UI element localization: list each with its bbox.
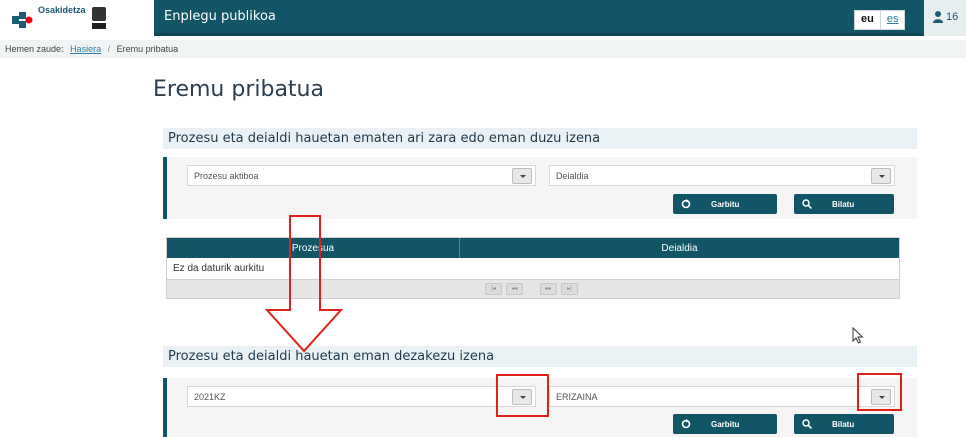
last-page-button[interactable]: ▸| [561,283,578,295]
government-logo-bar [92,23,106,29]
section2-search-panel: 2021KZ ERIZAINA Garbitu Bilatu [163,378,917,437]
search-button-label: Bilatu [832,200,855,209]
process-select[interactable]: Prozesu aktiboa [187,165,536,186]
search-button-2-label: Bilatu [832,420,855,429]
mouse-cursor-icon [852,327,864,344]
logo-area[interactable]: Osakidetza [0,0,154,36]
user-menu[interactable]: 16 [924,0,966,36]
app-title: Enplegu publikoa [164,9,276,24]
recycle-icon [681,419,691,429]
section-registered-heading: Prozesu eta deialdi hauetan ematen ari z… [163,128,917,149]
call-dropdown-button[interactable] [871,168,891,184]
process-dropdown-button[interactable] [512,168,532,184]
results-table: Prozesua Deialdia Ez da daturik aurkitu … [166,237,900,299]
table-header: Prozesua Deialdia [167,238,899,258]
process-select-2-value: 2021KZ [194,392,226,402]
column-header-call[interactable]: Deialdia [460,243,899,254]
breadcrumb: Hemen zaude: Hasiera / Eremu pribatua [0,40,966,58]
process-select-value: Prozesu aktiboa [194,171,259,181]
language-switcher: eu es [854,10,906,30]
recycle-icon [681,199,691,209]
search-icon [802,199,812,209]
search-button[interactable]: Bilatu [794,194,894,214]
government-crest-icon [92,7,106,21]
pagination: |◂ ◂◂ ▸▸ ▸| [167,279,899,298]
app-header: Enplegu publikoa [154,0,924,36]
section1-search-panel: Prozesu aktiboa Deialdia Garbitu Bilatu [163,157,917,219]
breadcrumb-prefix: Hemen zaude: [5,44,64,54]
call-select-value: Deialdia [556,171,589,181]
call-dropdown-button-2[interactable] [871,389,891,405]
osakidetza-logo-icon [12,12,33,28]
lang-eu[interactable]: eu [855,11,880,29]
search-button-2[interactable]: Bilatu [794,414,894,434]
prev-page-button[interactable]: ◂◂ [506,283,523,295]
clear-button[interactable]: Garbitu [673,194,777,214]
process-dropdown-button-2[interactable] [512,389,532,405]
page-title: Eremu pribatua [153,77,324,102]
user-icon [933,11,943,23]
next-page-button[interactable]: ▸▸ [540,283,557,295]
call-select-2[interactable]: ERIZAINA [549,386,895,407]
clear-button-2-label: Garbitu [711,420,740,429]
search-icon [802,419,812,429]
call-select[interactable]: Deialdia [549,165,895,186]
column-header-process[interactable]: Prozesua [167,243,459,254]
user-id: 16 [946,11,959,23]
breadcrumb-current: Eremu pribatua [116,44,179,54]
clear-button-2[interactable]: Garbitu [673,414,777,434]
section-available-heading: Prozesu eta deialdi hauetan eman dezakez… [163,346,917,367]
first-page-button[interactable]: |◂ [485,283,502,295]
process-select-2[interactable]: 2021KZ [187,386,536,407]
clear-button-label: Garbitu [711,200,740,209]
empty-message: Ez da daturik aurkitu [173,263,265,274]
top-bar: Osakidetza Enplegu publikoa eu es 16 [0,0,966,36]
breadcrumb-home-link[interactable]: Hasiera [70,44,101,54]
lang-es[interactable]: es [879,11,905,29]
call-select-2-value: ERIZAINA [556,392,598,402]
brand-name: Osakidetza [38,5,86,15]
breadcrumb-separator: / [107,44,111,54]
